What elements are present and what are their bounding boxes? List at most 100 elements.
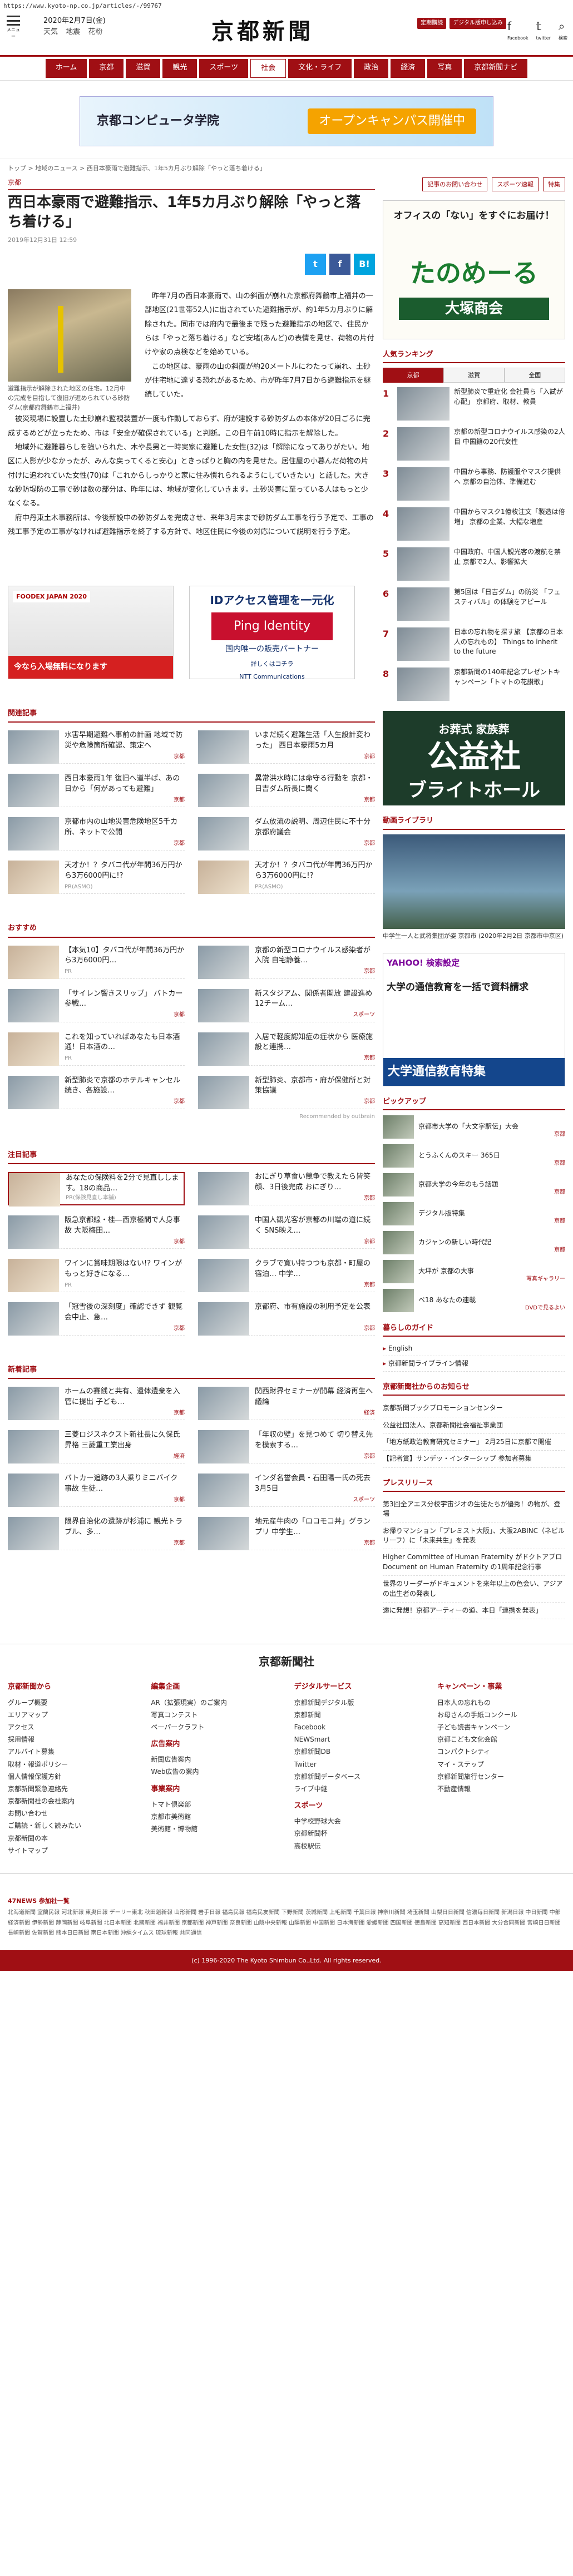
thumbnail[interactable] xyxy=(198,1215,249,1249)
thumbnail[interactable] xyxy=(198,988,249,1022)
ranking-item[interactable]: 5 中国政府、中国人観光客の渡航を禁止 京都で2人、影響拡大 xyxy=(383,547,565,582)
pickup-item[interactable]: カジャンの新しい時代記 京都 xyxy=(383,1230,565,1255)
footer-link[interactable]: ご購読・新しく読みたい xyxy=(8,1819,136,1832)
footer-link[interactable]: 京都新聞 xyxy=(294,1709,422,1721)
subscribe-button[interactable]: 定期購読 xyxy=(417,18,447,29)
site-logo[interactable]: 京都新聞 xyxy=(211,14,314,49)
footer-link[interactable]: マイ・ステップ xyxy=(437,1758,565,1771)
footer-link[interactable]: 京都新聞データベース xyxy=(294,1771,422,1783)
thumbnail[interactable] xyxy=(198,1032,249,1066)
footer-link[interactable]: 中学校野球大会 xyxy=(294,1815,422,1827)
footer-link[interactable]: グループ概要 xyxy=(8,1697,136,1709)
list-item[interactable]: 水害早期避難へ事前の計画 地域で防災や危険箇所確認、策定へ 京都 xyxy=(8,730,185,764)
footer-link[interactable]: ライブ中継 xyxy=(294,1783,422,1795)
thumbnail[interactable] xyxy=(198,817,249,851)
pickup-item[interactable]: 京都市大学の「大文字駅伝」大会 京都 xyxy=(383,1115,565,1139)
footer-link[interactable]: 京都新聞社の会社案内 xyxy=(8,1795,136,1807)
nav-item-current[interactable]: 社会 xyxy=(250,59,286,78)
thumbnail[interactable] xyxy=(198,1302,249,1336)
list-item[interactable]: 「年収の壁」を見つめて 切り替え先を模索する… 京都 xyxy=(198,1430,375,1464)
menu-button[interactable]: メニュー xyxy=(7,16,20,41)
list-item[interactable]: 新スタジアム、関係者開放 建設進め 12チーム… スポーツ xyxy=(198,988,375,1022)
nav-item[interactable]: 観光 xyxy=(162,59,197,78)
pickup-item[interactable]: とうふくんのスキー 365日 京都 xyxy=(383,1144,565,1168)
thumbnail[interactable] xyxy=(8,1259,59,1293)
footer-link[interactable]: トマト倶楽部 xyxy=(151,1798,279,1811)
tanomail-ad[interactable]: オフィスの「ない」をすぐにお届け！ たのめーる 大塚商会 xyxy=(383,200,565,340)
outbrain-credit[interactable]: Recommended by outbrain xyxy=(8,1113,375,1121)
life-guide-link[interactable]: 京都新聞ライブライン情報 xyxy=(383,1356,565,1372)
thumbnail[interactable] xyxy=(8,1302,59,1336)
footer-link[interactable]: 個人情報保護方針 xyxy=(8,1771,136,1783)
footer-link[interactable]: エリアマップ xyxy=(8,1709,136,1721)
ping-identity-ad[interactable]: IDアクセス管理を一元化 Ping Identity 国内唯一の販売パートナー … xyxy=(189,586,355,680)
video-player[interactable] xyxy=(383,834,565,929)
list-item[interactable]: 京都の新型コロナウイルス感染者が入院 自宅静養… 京都 xyxy=(198,945,375,979)
search-button[interactable]: ⌕ 検索 xyxy=(559,18,567,42)
info-link[interactable]: 京都新聞ブックプロモーションセンター xyxy=(383,1400,565,1417)
thumbnail[interactable] xyxy=(198,1172,249,1206)
thumbnail[interactable] xyxy=(198,1075,249,1109)
footer-link[interactable]: お母さんの手紙コンクール xyxy=(437,1709,565,1721)
footer-link[interactable]: 美術館・博物館 xyxy=(151,1823,279,1835)
nav-item[interactable]: 経済 xyxy=(391,59,426,78)
press-release-link[interactable]: 第3回全アエス分校宇宙ジオの生徒たちが優秀！の物が、登場 xyxy=(383,1496,565,1523)
thumbnail[interactable] xyxy=(198,1517,249,1551)
facebook-share-icon[interactable]: f xyxy=(329,254,350,275)
footer-link[interactable]: 京都新聞旅行センター xyxy=(437,1771,565,1783)
list-item[interactable]: 京都府、市有施設の利用予定を公表 京都 xyxy=(198,1302,375,1336)
footer-link[interactable]: 京都市美術館 xyxy=(151,1811,279,1823)
list-item[interactable]: 京都市内の山地災害危険地区5千カ所、ネットで公開 京都 xyxy=(8,817,185,851)
list-item[interactable]: バトカー追跡の3人乗りミニバイク事故 生徒… 京都 xyxy=(8,1474,185,1507)
footer-link[interactable]: アクセス xyxy=(8,1721,136,1733)
thumbnail[interactable] xyxy=(8,988,59,1022)
browser-url-bar[interactable]: https://www.kyoto-np.co.jp/articles/-/99… xyxy=(0,0,573,10)
list-item[interactable]: 新型肺炎で京都のホテルキャンセル続き、各施設… 京都 xyxy=(8,1075,185,1109)
top-banner-ad[interactable]: 京都コンピュータ学院 オープンキャンパス開催中 xyxy=(80,96,493,147)
ranking-item[interactable]: 3 中国から事務、防護服やマスク提供へ 京都の自治体、準備進む xyxy=(383,467,565,502)
thumbnail[interactable] xyxy=(8,1032,59,1066)
footer-link[interactable]: お問い合わせ xyxy=(8,1807,136,1819)
press-release-link[interactable]: 遠に発想！京都アーティーの道、本日「連携を発表」 xyxy=(383,1603,565,1620)
ranking-item[interactable]: 6 第5回は「日吉ダム」の防災 「フェスティバル」の体験をアピール xyxy=(383,587,565,622)
sports-button[interactable]: スポーツ速報 xyxy=(492,177,539,192)
press-release-link[interactable]: 世界のリーダーがドキュメントを来年以上の色会い、アジアの出生者の発表し xyxy=(383,1576,565,1603)
ranking-tab-national[interactable]: 全国 xyxy=(504,368,565,383)
nav-item[interactable]: 京都 xyxy=(89,59,124,78)
list-item[interactable]: あなたの保険料を2分で見直しします。18の商品… PR(保険見直し本舗) xyxy=(8,1172,185,1207)
list-item[interactable]: 【本気10】タバコ代が年間36万円から3万6000円… PR xyxy=(8,945,185,979)
footer-link[interactable]: コンパクトシティ xyxy=(437,1746,565,1758)
thumbnail[interactable] xyxy=(198,861,249,894)
list-item[interactable]: 天才か！？タバコ代が年間36万円から3万6000円に!? PR(ASMO) xyxy=(8,861,185,894)
pickup-item[interactable]: 京都大学の今年のもう話題 京都 xyxy=(383,1173,565,1197)
nav-item[interactable]: 写真 xyxy=(427,59,462,78)
photo-image[interactable] xyxy=(8,289,131,382)
thumbnail[interactable] xyxy=(8,730,59,764)
thumbnail[interactable] xyxy=(8,1430,59,1464)
thumbnail[interactable] xyxy=(198,730,249,764)
thumbnail[interactable] xyxy=(198,1259,249,1293)
footer-link[interactable]: 取材・報道ポリシー xyxy=(8,1758,136,1771)
nav-item[interactable]: 文化・ライフ xyxy=(288,59,352,78)
pickup-item[interactable]: ベ18 あなたの連載 DVDで見るよい xyxy=(383,1288,565,1313)
footer-link[interactable]: 高校駅伝 xyxy=(294,1840,422,1852)
list-item[interactable]: おにぎり草食い競争で教えたら皆笑顔、3日後完成 おにぎり… 京都 xyxy=(198,1172,375,1206)
footer-link[interactable]: NEWSmart xyxy=(294,1733,422,1746)
ranking-item[interactable]: 1 新型肺炎で重症化 会社員ら「入試が心配」 京都府、取材、教員 xyxy=(383,387,565,422)
ranking-tab-shiga[interactable]: 滋賀 xyxy=(443,368,505,383)
footer-link[interactable]: 子ども読書キャンペーン xyxy=(437,1721,565,1733)
ranking-item[interactable]: 4 中国からマスク1億枚注文「製造は倍増」 京都の企業、大幅な増産 xyxy=(383,507,565,542)
thumbnail[interactable] xyxy=(8,861,59,894)
thumbnail[interactable] xyxy=(8,1075,59,1109)
thumbnail[interactable] xyxy=(198,1387,249,1421)
footer-link[interactable]: Twitter xyxy=(294,1758,422,1771)
nav-item[interactable]: ホーム xyxy=(45,59,87,78)
list-item[interactable]: 異常洪水時には命守る行動を 京都・日吉ダム所長に聞く 京都 xyxy=(198,774,375,808)
footer-link[interactable]: Facebook xyxy=(294,1721,422,1733)
pickup-item[interactable]: デジタル版特集 京都 xyxy=(383,1202,565,1226)
list-item[interactable]: 新型肺炎、京都市・府が保健所と対策協議 京都 xyxy=(198,1075,375,1109)
foodex-ad[interactable]: FOODEX JAPAN 2020 今なら入場無料になります xyxy=(8,586,174,680)
list-item[interactable]: 天才か！？タバコ代が年間36万円から3万6000円に!? PR(ASMO) xyxy=(198,861,375,894)
contact-button[interactable]: 記事のお問い合わせ xyxy=(422,177,488,192)
thumbnail[interactable] xyxy=(9,1173,60,1207)
